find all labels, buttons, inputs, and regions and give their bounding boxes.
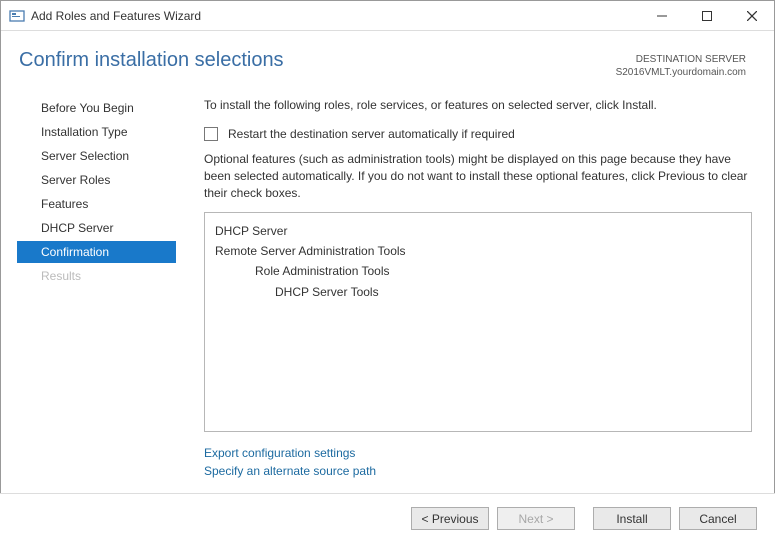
- install-button[interactable]: Install: [593, 507, 671, 530]
- restart-checkbox-row[interactable]: Restart the destination server automatic…: [204, 127, 752, 141]
- main-content: To install the following roles, role ser…: [176, 89, 774, 480]
- wizard-steps-sidebar: Before You Begin Installation Type Serve…: [1, 89, 176, 480]
- restart-checkbox-label: Restart the destination server automatic…: [228, 127, 515, 141]
- window-controls: [639, 1, 774, 31]
- destination-server: S2016VMLT.yourdomain.com: [616, 66, 746, 79]
- export-config-link[interactable]: Export configuration settings: [204, 444, 752, 462]
- maximize-button[interactable]: [684, 1, 729, 31]
- destination-label: DESTINATION SERVER: [616, 53, 746, 66]
- optional-note: Optional features (such as administratio…: [204, 151, 752, 201]
- intro-text: To install the following roles, role ser…: [204, 89, 752, 113]
- sidebar-item-server-selection[interactable]: Server Selection: [31, 145, 176, 167]
- selections-list: DHCP Server Remote Server Administration…: [204, 212, 752, 432]
- sidebar-item-server-roles[interactable]: Server Roles: [31, 169, 176, 191]
- window-title: Add Roles and Features Wizard: [31, 9, 639, 23]
- selection-item: Role Administration Tools: [215, 261, 741, 281]
- footer-buttons: < Previous Next > Install Cancel: [0, 493, 775, 543]
- body: Before You Begin Installation Type Serve…: [1, 89, 774, 480]
- sidebar-item-features[interactable]: Features: [31, 193, 176, 215]
- alternate-source-link[interactable]: Specify an alternate source path: [204, 462, 752, 480]
- header: Confirm installation selections DESTINAT…: [1, 31, 774, 89]
- app-icon: [9, 8, 25, 24]
- sidebar-item-confirmation[interactable]: Confirmation: [17, 241, 176, 263]
- minimize-button[interactable]: [639, 1, 684, 31]
- selection-item: DHCP Server Tools: [215, 282, 741, 302]
- selection-item: DHCP Server: [215, 221, 741, 241]
- restart-checkbox[interactable]: [204, 127, 218, 141]
- titlebar: Add Roles and Features Wizard: [1, 1, 774, 31]
- close-button[interactable]: [729, 1, 774, 31]
- sidebar-item-before-you-begin[interactable]: Before You Begin: [31, 97, 176, 119]
- sidebar-item-dhcp-server[interactable]: DHCP Server: [31, 217, 176, 239]
- links-block: Export configuration settings Specify an…: [204, 444, 752, 480]
- destination-block: DESTINATION SERVER S2016VMLT.yourdomain.…: [616, 49, 746, 79]
- sidebar-item-results: Results: [31, 265, 176, 287]
- selection-item: Remote Server Administration Tools: [215, 241, 741, 261]
- sidebar-item-installation-type[interactable]: Installation Type: [31, 121, 176, 143]
- cancel-button[interactable]: Cancel: [679, 507, 757, 530]
- page-title: Confirm installation selections: [19, 49, 284, 72]
- next-button: Next >: [497, 507, 575, 530]
- previous-button[interactable]: < Previous: [411, 507, 489, 530]
